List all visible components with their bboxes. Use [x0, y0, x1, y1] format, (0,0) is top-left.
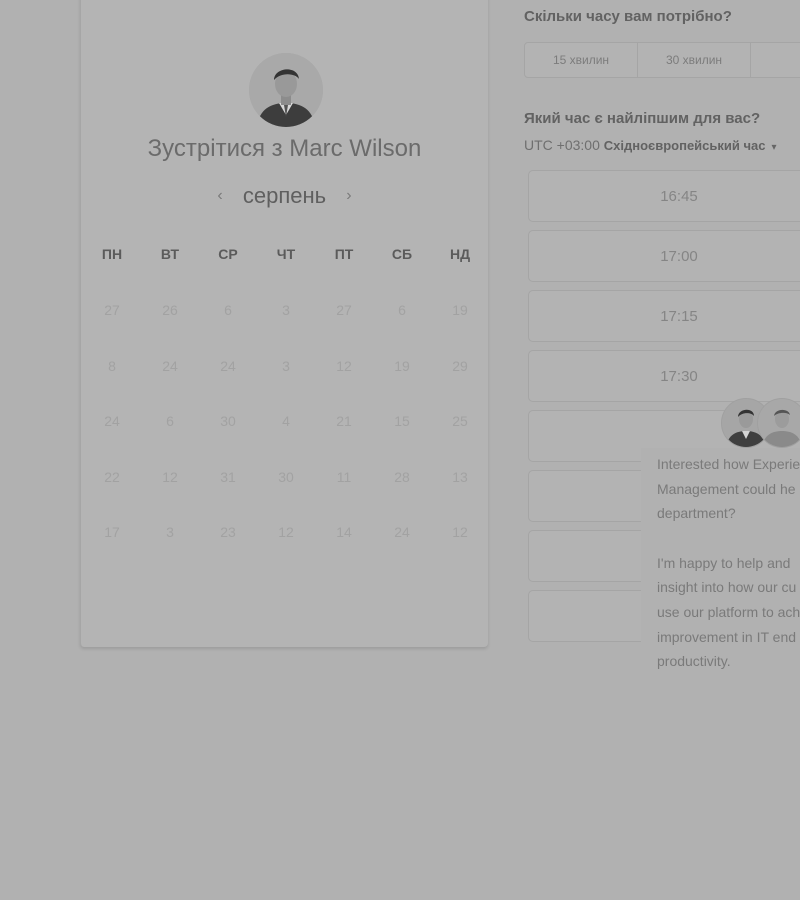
calendar-day[interactable]: 25	[431, 413, 489, 429]
month-label: серпень	[242, 183, 327, 208]
duration-question: Скільки часу вам потрібно?	[524, 8, 732, 25]
calendar-day[interactable]: 13	[431, 469, 489, 485]
timezone-selector[interactable]: UTC +03:00 Східноєвропейський час ▾	[524, 137, 777, 153]
duration-option-60[interactable]: 1 г	[751, 43, 800, 77]
calendar-day[interactable]: 30	[257, 469, 315, 485]
time-question: Який час є найліпшим для вас?	[524, 110, 761, 127]
calendar-card: Зустрітися з Marc Wilson ‹ серпень › ПН В…	[80, 0, 488, 647]
calendar-day[interactable]: 6	[141, 413, 199, 429]
weekday-label: ПН	[101, 246, 123, 262]
chat-line: Interested how Experie	[657, 456, 800, 472]
chat-message: Interested how Experie Management could …	[657, 452, 800, 674]
calendar-day[interactable]: 27	[83, 302, 141, 318]
chat-line: improvement in IT end	[657, 628, 797, 645]
calendar-day[interactable]: 19	[373, 358, 431, 374]
weekday-label: СР	[218, 246, 238, 262]
calendar-day[interactable]: 12	[141, 469, 199, 485]
weekday-label: ПТ	[334, 246, 354, 262]
calendar-day[interactable]: 24	[199, 358, 257, 374]
duration-option-15[interactable]: 15 хвилин	[525, 43, 638, 77]
chat-line: I'm happy to help and	[657, 554, 791, 571]
calendar-day[interactable]: 28	[373, 469, 431, 485]
calendar-day[interactable]: 27	[315, 302, 373, 318]
chat-line: department?	[657, 505, 736, 522]
agent-avatar	[757, 398, 800, 448]
weekday-label: СБ	[391, 246, 413, 262]
weekday-header: ПН ВТ СР ЧТ ПТ СБ НД	[81, 246, 488, 266]
calendar-day[interactable]: 29	[431, 358, 489, 374]
chevron-left-icon[interactable]: ‹	[217, 187, 222, 204]
time-slot-label: 16:45	[660, 187, 698, 205]
calendar-day[interactable]: 24	[141, 358, 199, 374]
duration-selector: 15 хвилин 30 хвилин 1 г	[524, 42, 800, 78]
chat-agent-avatars	[721, 398, 800, 448]
weekday-label: ВТ	[160, 246, 180, 262]
calendar-day[interactable]: 3	[257, 302, 315, 318]
calendar-day[interactable]: 31	[199, 469, 257, 485]
calendar-day[interactable]: 3	[257, 358, 315, 374]
calendar-day[interactable]: 22	[83, 469, 141, 485]
calendar-day[interactable]: 12	[257, 524, 315, 540]
calendar-day[interactable]: 6	[199, 302, 257, 318]
calendar-day[interactable]: 14	[315, 524, 373, 540]
chat-line: insight into how our cu	[657, 579, 797, 596]
weekday-label: НД	[449, 246, 471, 262]
weekday-label: ЧТ	[276, 246, 296, 262]
chat-line: Management could he	[657, 480, 796, 497]
meeting-title: Зустрітися з Marc Wilson	[147, 135, 422, 162]
time-slot-label: 17:15	[660, 307, 698, 325]
calendar-day[interactable]: 24	[83, 413, 141, 429]
calendar-day[interactable]: 21	[315, 413, 373, 429]
calendar-day[interactable]: 19	[431, 302, 489, 318]
chevron-right-icon[interactable]: ›	[346, 187, 351, 204]
calendar-day[interactable]: 8	[83, 358, 141, 374]
chat-line: use our platform to ach	[657, 603, 800, 620]
calendar-day[interactable]: 3	[141, 524, 199, 540]
calendar-day[interactable]: 15	[373, 413, 431, 429]
caret-down-icon: ▾	[771, 142, 777, 153]
calendar-day[interactable]: 24	[373, 524, 431, 540]
chat-line: productivity.	[657, 653, 731, 670]
time-slot[interactable]: 17:30	[528, 350, 800, 402]
time-slot-label: 17:30	[660, 367, 698, 385]
calendar-day[interactable]: 4	[257, 413, 315, 429]
calendar-day[interactable]: 6	[373, 302, 431, 318]
calendar-day[interactable]: 12	[431, 524, 489, 540]
calendar-day[interactable]: 12	[315, 358, 373, 374]
calendar-day[interactable]: 30	[199, 413, 257, 429]
calendar-day[interactable]: 23	[199, 524, 257, 540]
timezone-offset: UTC +03:00	[524, 137, 600, 153]
time-slot[interactable]: 17:15	[528, 290, 800, 342]
time-slot-label: 17:00	[660, 247, 698, 265]
duration-option-30[interactable]: 30 хвилин	[638, 43, 751, 77]
calendar-day[interactable]: 17	[83, 524, 141, 540]
time-slot[interactable]: 16:45	[528, 170, 800, 222]
time-slot[interactable]: 17:00	[528, 230, 800, 282]
timezone-name: Східноєвропейський час	[603, 138, 766, 153]
host-avatar	[249, 53, 323, 127]
calendar-day[interactable]: 11	[315, 469, 373, 485]
month-navigator: ‹ серпень ›	[81, 183, 488, 209]
calendar-day[interactable]: 26	[141, 302, 199, 318]
